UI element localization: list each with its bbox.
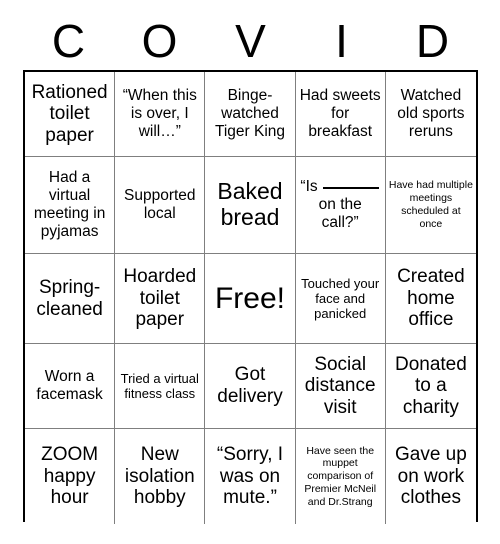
bingo-cell[interactable]: Have had multiple meetings scheduled at … bbox=[385, 157, 476, 254]
bingo-grid: Rationed toilet paper “When this is over,… bbox=[23, 70, 478, 524]
bingo-cell-label: Have seen the muppet comparison of Premi… bbox=[304, 444, 377, 508]
bingo-cell[interactable]: “Is on the call?” bbox=[295, 157, 386, 254]
bingo-cell-label: Hoarded toilet paper bbox=[123, 266, 197, 331]
bingo-cell-label: Touched your face and panicked bbox=[301, 275, 380, 322]
bingo-cell-label: Donated to a charity bbox=[394, 353, 467, 418]
bingo-cell-label: Baked bread bbox=[217, 178, 283, 230]
bingo-cell[interactable]: Hoarded toilet paper bbox=[115, 254, 206, 344]
bingo-cell[interactable]: ZOOM happy hour bbox=[25, 429, 116, 524]
bingo-cell[interactable]: “Sorry, I was on mute.” bbox=[205, 429, 296, 524]
blank-prefix-text: “Is bbox=[300, 178, 318, 196]
bingo-cell-label: Social distance visit bbox=[304, 353, 376, 418]
bingo-cell-label: Free! bbox=[214, 282, 285, 315]
bingo-cell[interactable]: Worn a facemask bbox=[25, 344, 116, 429]
bingo-cell-label: “When this is over, I will…” bbox=[122, 87, 197, 140]
bingo-cell[interactable]: Free! bbox=[205, 254, 296, 344]
bingo-cell[interactable]: Baked bread bbox=[205, 157, 296, 254]
bingo-cell-label: ZOOM happy hour bbox=[41, 444, 99, 509]
bingo-card: C O V I D Rationed toilet paper “When thi… bbox=[0, 0, 500, 544]
bingo-cell-label: “Sorry, I was on mute.” bbox=[216, 444, 284, 509]
header-letter-o: O bbox=[141, 15, 178, 67]
bingo-cell[interactable]: New isolation hobby bbox=[115, 429, 206, 524]
bingo-cell[interactable]: Had sweets for breakfast bbox=[295, 72, 386, 157]
bingo-cell-label: New isolation hobby bbox=[124, 444, 195, 509]
header-letter-c: C bbox=[51, 15, 86, 67]
bingo-cell-label: Rationed toilet paper bbox=[31, 81, 108, 146]
bingo-cell-label: Have had multiple meetings scheduled at … bbox=[388, 179, 473, 230]
bingo-cell[interactable]: Had a virtual meeting in pyjamas bbox=[25, 157, 116, 254]
header-letter-d: D bbox=[415, 15, 450, 67]
bingo-cell[interactable]: Rationed toilet paper bbox=[25, 72, 116, 157]
bingo-cell-label: Gave up on work clothes bbox=[394, 444, 467, 509]
bingo-cell[interactable]: Binge-watched Tiger King bbox=[205, 72, 296, 157]
blank-suffix-text: on the call?” bbox=[318, 196, 362, 231]
bingo-cell-label: Supported local bbox=[124, 187, 196, 222]
bingo-cell[interactable]: Got delivery bbox=[205, 344, 296, 429]
bingo-cell-label: Binge-watched Tiger King bbox=[214, 87, 286, 140]
fill-in-blank-rule bbox=[322, 187, 379, 190]
bingo-cell-label: Had a virtual meeting in pyjamas bbox=[33, 169, 106, 240]
bingo-cell[interactable]: Social distance visit bbox=[295, 344, 386, 429]
bingo-cell-label: Tried a virtual fitness class bbox=[120, 370, 199, 401]
bingo-cell[interactable]: Supported local bbox=[115, 157, 206, 254]
bingo-cell[interactable]: Gave up on work clothes bbox=[385, 429, 476, 524]
bingo-cell-label: Got delivery bbox=[217, 364, 283, 407]
bingo-cell[interactable]: Created home office bbox=[385, 254, 476, 344]
bingo-cell-label: Watched old sports reruns bbox=[397, 87, 465, 140]
bingo-cell[interactable]: Spring-cleaned bbox=[25, 254, 116, 344]
bingo-cell-label: Spring-cleaned bbox=[36, 276, 103, 320]
bingo-cell[interactable]: Touched your face and panicked bbox=[295, 254, 386, 344]
bingo-cell[interactable]: Watched old sports reruns bbox=[385, 72, 476, 157]
bingo-cell[interactable]: Have seen the muppet comparison of Premi… bbox=[295, 429, 386, 524]
bingo-header: C O V I D bbox=[23, 12, 478, 70]
bingo-cell[interactable]: “When this is over, I will…” bbox=[115, 72, 206, 157]
bingo-cell[interactable]: Donated to a charity bbox=[385, 344, 476, 429]
bingo-cell-label: Had sweets for breakfast bbox=[299, 87, 381, 140]
header-letter-v: V bbox=[235, 15, 266, 67]
bingo-cell-label: “Is on the call?” bbox=[299, 178, 382, 232]
bingo-cell-label: Worn a facemask bbox=[36, 368, 103, 403]
bingo-cell[interactable]: Tried a virtual fitness class bbox=[115, 344, 206, 429]
bingo-cell-label: Created home office bbox=[397, 266, 465, 331]
header-letter-i: I bbox=[335, 15, 348, 67]
